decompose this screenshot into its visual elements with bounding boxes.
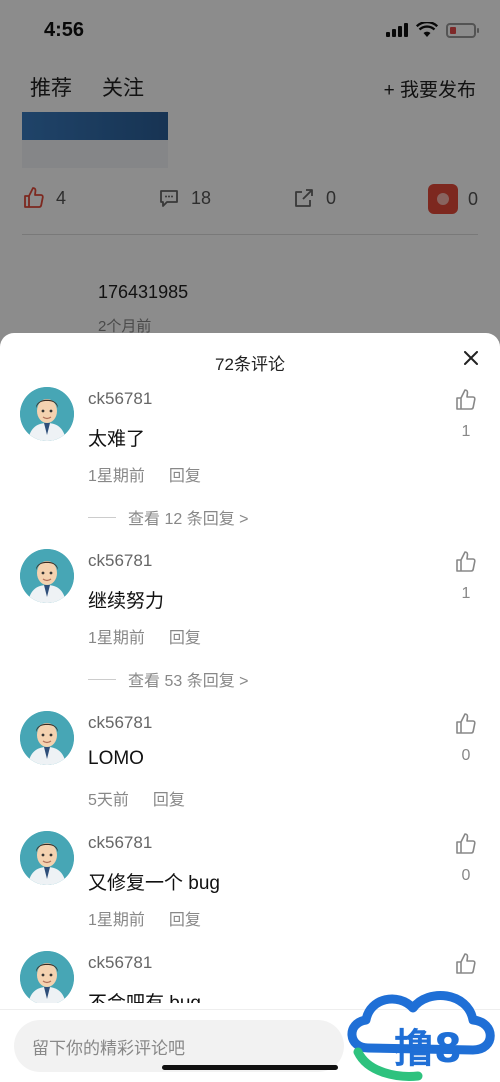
sheet-title: 72条评论 (215, 355, 285, 374)
view-replies-link[interactable]: 查看 53 条回复 > (88, 667, 248, 691)
watermark-text: 撸8 (394, 1026, 462, 1072)
comment-like-count: 0 (461, 747, 471, 764)
view-replies-text: 查看 53 条回复 > (128, 673, 249, 690)
comment-meta: 5天前 回复 (88, 786, 185, 810)
comment-time: 1星期前 (88, 630, 145, 647)
comment-text: LOMO (88, 748, 144, 769)
reply-button[interactable]: 回复 (169, 462, 201, 486)
avatar[interactable] (20, 951, 74, 1003)
view-replies-link[interactable]: 查看 12 条回复 > (88, 505, 248, 529)
watermark-logo: 撸8 (347, 991, 495, 1081)
comment-like-button[interactable]: 1 (454, 550, 478, 603)
comment-meta: 1星期前 回复 (88, 624, 201, 648)
comment-text: 继续努力 (88, 591, 165, 612)
avatar[interactable] (20, 711, 74, 765)
close-button[interactable] (460, 347, 482, 369)
comment-like-button[interactable]: 1 (454, 388, 478, 441)
close-icon (464, 351, 478, 365)
thumb-up-icon (456, 713, 476, 734)
comment-sheet: 72条评论 ck56781 太难了 1星期前 回复 1 查看 12 条回复 > (0, 333, 500, 1082)
comment-like-button[interactable] (454, 952, 478, 981)
view-replies-text: 查看 12 条回复 > (128, 511, 249, 528)
comment-like-count: 1 (461, 423, 471, 440)
comment-time: 1星期前 (88, 468, 145, 485)
comment-time: 1星期前 (88, 912, 145, 929)
thumb-up-icon (456, 389, 476, 410)
comment-text: 不会吧有 bug (88, 988, 201, 1003)
comment-like-count: 0 (461, 867, 471, 884)
comment-username[interactable]: ck56781 (88, 713, 152, 733)
thumb-up-icon (456, 833, 476, 854)
home-indicator (162, 1065, 338, 1070)
reply-button[interactable]: 回复 (153, 786, 185, 810)
comment-username[interactable]: ck56781 (88, 833, 152, 853)
avatar[interactable] (20, 549, 74, 603)
sheet-header: 72条评论 (0, 333, 500, 387)
comment-like-button[interactable]: 0 (454, 832, 478, 885)
comment-username[interactable]: ck56781 (88, 551, 152, 571)
comment-meta: 1星期前 回复 (88, 462, 201, 486)
reply-button[interactable]: 回复 (169, 624, 201, 648)
comment-like-count: 1 (461, 585, 471, 602)
comment-username[interactable]: ck56781 (88, 389, 152, 409)
reply-button[interactable]: 回复 (169, 906, 201, 930)
comment-username[interactable]: ck56781 (88, 953, 152, 973)
comment-time: 5天前 (88, 792, 129, 809)
comment-text: 又修复一个 bug (88, 873, 220, 894)
thumb-up-icon (456, 953, 476, 974)
avatar[interactable] (20, 387, 74, 441)
comment-text: 太难了 (88, 429, 146, 450)
comment-list[interactable]: ck56781 太难了 1星期前 回复 1 查看 12 条回复 > ck5678… (0, 383, 500, 1003)
thumb-up-icon (456, 551, 476, 572)
comment-like-button[interactable]: 0 (454, 712, 478, 765)
comment-meta: 1星期前 回复 (88, 906, 201, 930)
avatar[interactable] (20, 831, 74, 885)
